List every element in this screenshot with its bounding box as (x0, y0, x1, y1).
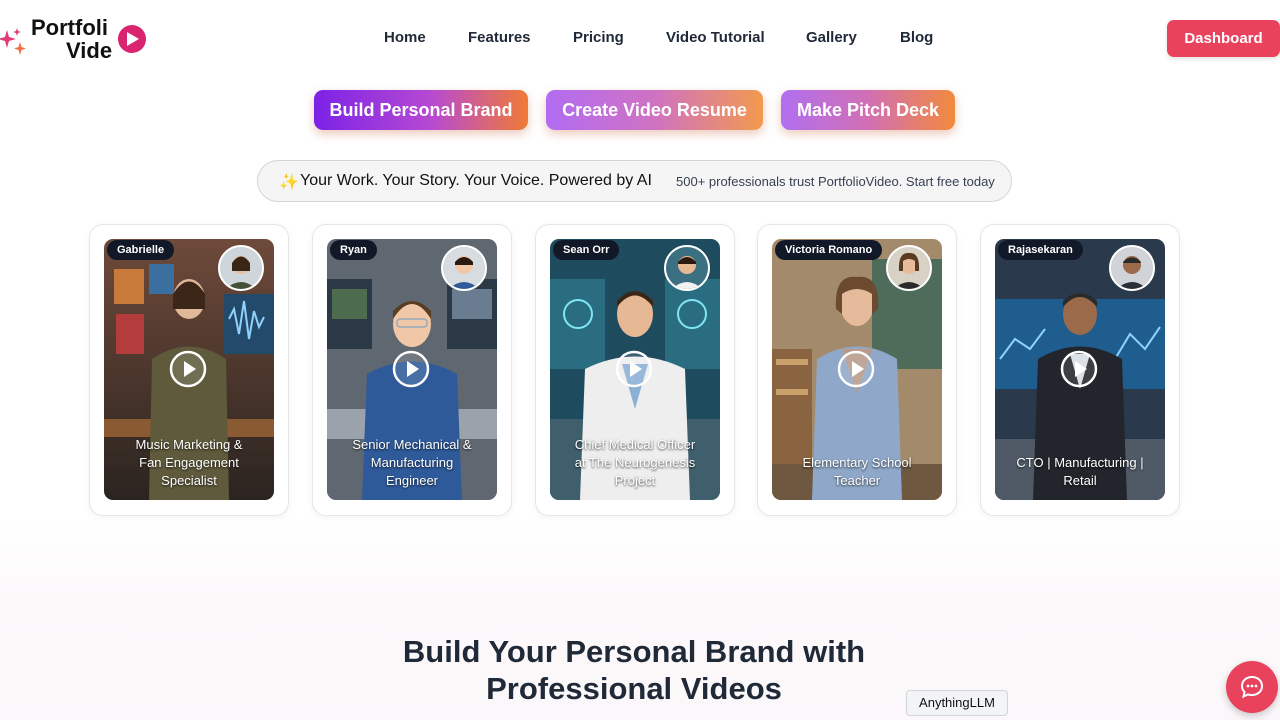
chat-widget-button[interactable] (1226, 661, 1278, 713)
build-personal-brand-button[interactable]: Build Personal Brand (314, 90, 528, 130)
section-heading-line1: Build Your Personal Brand with (402, 634, 866, 669)
presenter-avatar (1109, 245, 1155, 291)
video-thumbnail[interactable]: Victoria Romano Elementary School Teache… (772, 239, 942, 500)
chat-bubble-icon (1240, 675, 1264, 699)
showcase-card-rajasekaran[interactable]: Rajasekaran CTO | Manufacturing | Retail (980, 224, 1180, 516)
presenter-role: Chief Medical Officer at The Neurogenesi… (574, 437, 696, 488)
showcase-card-ryan[interactable]: Ryan Senior Mechanical & Manufacturing E… (312, 224, 512, 516)
video-thumbnail[interactable]: Sean Orr Chief Medical Officer at The Ne… (550, 239, 720, 500)
dashboard-button[interactable]: Dashboard (1167, 20, 1280, 57)
trust-headline: Your Work. Your Story. Your Voice. Power… (300, 172, 652, 189)
play-icon[interactable] (169, 350, 207, 388)
presenter-name-badge: Victoria Romano (775, 240, 883, 260)
main-navigation: Home Features Pricing Video Tutorial Gal… (0, 29, 1280, 49)
presenter-name-badge: Sean Orr (553, 240, 620, 260)
nav-gallery[interactable]: Gallery (806, 29, 857, 46)
showcase-card-victoria-romano[interactable]: Victoria Romano Elementary School Teache… (757, 224, 957, 516)
showcase-card-sean-orr[interactable]: Sean Orr Chief Medical Officer at The Ne… (535, 224, 735, 516)
play-icon[interactable] (615, 350, 653, 388)
video-thumbnail[interactable]: Ryan Senior Mechanical & Manufacturing E… (327, 239, 497, 500)
nav-blog[interactable]: Blog (900, 29, 933, 46)
play-icon[interactable] (1060, 350, 1098, 388)
nav-features[interactable]: Features (468, 29, 531, 46)
sparkle-star-icon: ✨ (279, 174, 299, 191)
trust-subtext: 500+ professionals trust PortfolioVideo.… (676, 174, 995, 189)
presenter-role: Elementary School Teacher (802, 455, 912, 488)
showcase-card-gabrielle[interactable]: Gabrielle Music Marketing & Fan Engageme… (89, 224, 289, 516)
video-thumbnail[interactable]: Gabrielle Music Marketing & Fan Engageme… (104, 239, 274, 500)
chat-tooltip: AnythingLLM (906, 690, 1008, 716)
play-icon[interactable] (392, 350, 430, 388)
play-icon[interactable] (837, 350, 875, 388)
section-heading: Build Your Personal Brand with Professio… (0, 633, 1268, 707)
section-heading-line2: Professional Videos (486, 671, 782, 706)
trust-banner: ✨ Your Work. Your Story. Your Voice. Pow… (257, 160, 1012, 202)
nav-pricing[interactable]: Pricing (573, 29, 624, 46)
presenter-name-badge: Rajasekaran (998, 240, 1083, 260)
make-pitch-deck-button[interactable]: Make Pitch Deck (781, 90, 955, 130)
presenter-name-badge: Ryan (330, 240, 377, 260)
presenter-name-badge: Gabrielle (107, 240, 175, 260)
presenter-avatar (664, 245, 710, 291)
nav-home[interactable]: Home (384, 29, 426, 46)
presenter-avatar (218, 245, 264, 291)
presenter-avatar (886, 245, 932, 291)
presenter-role: CTO | Manufacturing | Retail (1016, 455, 1144, 488)
presenter-role: Music Marketing & Fan Engagement Special… (135, 437, 243, 488)
video-thumbnail[interactable]: Rajasekaran CTO | Manufacturing | Retail (995, 239, 1165, 500)
nav-video-tutorial[interactable]: Video Tutorial (666, 29, 765, 46)
presenter-role: Senior Mechanical & Manufacturing Engine… (352, 437, 472, 488)
presenter-avatar (441, 245, 487, 291)
create-video-resume-button[interactable]: Create Video Resume (546, 90, 763, 130)
